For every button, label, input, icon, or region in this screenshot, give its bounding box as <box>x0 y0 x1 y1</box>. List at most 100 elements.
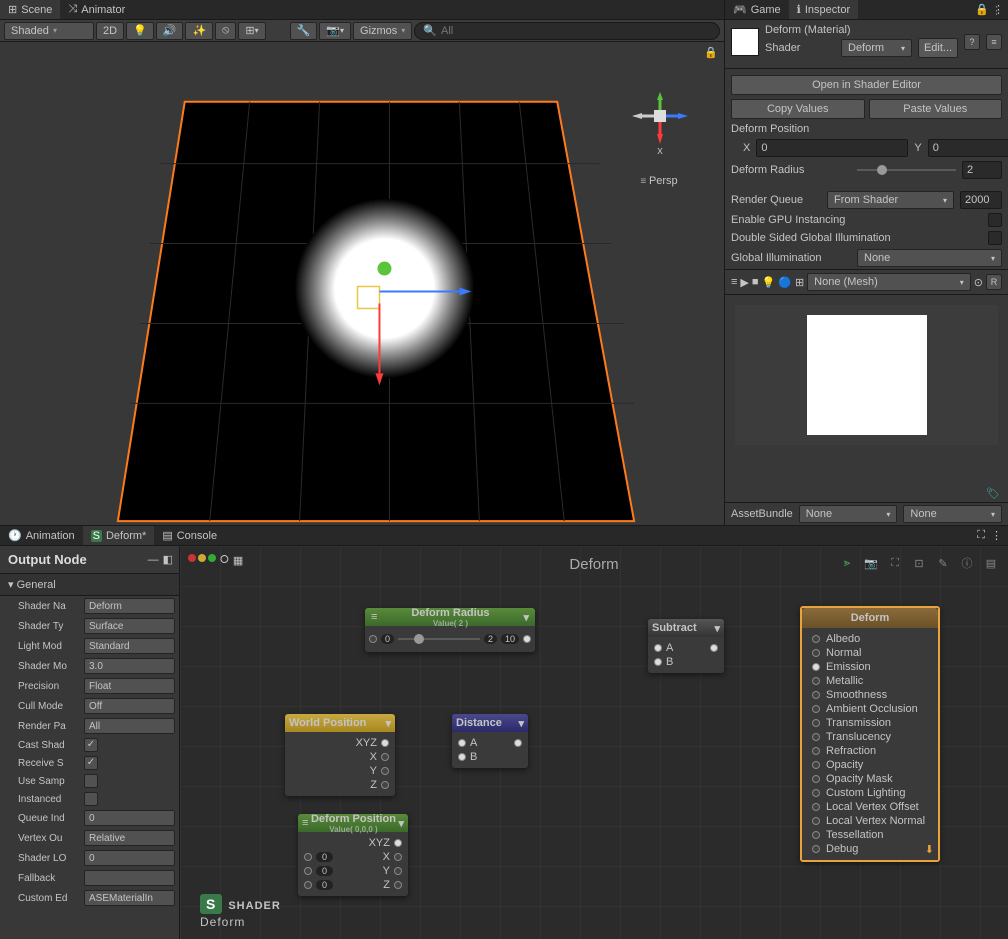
prop-field[interactable]: Float <box>84 678 175 694</box>
material-preview[interactable] <box>735 305 998 445</box>
light-icon[interactable]: 💡 <box>762 276 776 289</box>
prop-checkbox[interactable] <box>84 792 98 806</box>
node-deform-position[interactable]: ≡ Deform Position Value( 0,0,0 ) ▾ XYZ0X… <box>298 814 408 896</box>
scene-view[interactable]: x ≡ Persp 🔒 <box>0 42 724 525</box>
prop-field[interactable]: 0 <box>84 810 175 826</box>
prop-field[interactable]: Deform <box>84 598 175 614</box>
pos-y-field[interactable] <box>928 139 1008 157</box>
focus-icon[interactable]: ⛶ <box>886 554 904 572</box>
deform-radius-slider[interactable] <box>857 161 956 179</box>
preview-mesh-dropdown[interactable]: None (Mesh) <box>807 273 971 291</box>
output-port[interactable] <box>381 753 389 761</box>
hidden-toggle[interactable]: ⦸ <box>215 22 236 40</box>
input-port[interactable] <box>304 881 312 889</box>
circle-icon[interactable]: ⭘ <box>220 554 229 567</box>
chevron-down-icon[interactable]: ▾ <box>714 622 720 635</box>
node-subtract[interactable]: Subtract ▾ A B <box>648 619 724 673</box>
output-port[interactable] <box>394 839 402 847</box>
input-port[interactable] <box>812 845 820 853</box>
r-button[interactable]: R <box>986 274 1002 290</box>
output-port[interactable] <box>381 781 389 789</box>
chevron-down-icon[interactable]: ▾ <box>398 817 404 830</box>
prop-checkbox[interactable] <box>84 774 98 788</box>
tab-deform-shader[interactable]: S Deform* <box>83 526 155 545</box>
play-icon[interactable]: ▶ <box>740 276 748 289</box>
stop-icon[interactable]: ■ <box>752 276 759 288</box>
chevron-down-icon[interactable]: ▾ <box>518 717 524 730</box>
paste-values-button[interactable]: Paste Values <box>869 99 1003 119</box>
2d-toggle[interactable]: 2D <box>96 22 124 40</box>
tab-console[interactable]: ▤ Console <box>154 526 225 545</box>
scene-search[interactable]: 🔍 <box>414 22 720 40</box>
output-port[interactable] <box>394 853 402 861</box>
lock-icon[interactable]: 🔒 <box>975 3 989 16</box>
info-icon[interactable]: ⓘ <box>958 554 976 572</box>
preset-button[interactable]: ≡ <box>986 34 1002 50</box>
input-port[interactable] <box>812 677 820 685</box>
maximize-icon[interactable]: ⛶ <box>977 529 985 542</box>
fit-icon[interactable]: ⊡ <box>910 554 928 572</box>
deform-radius-field[interactable] <box>962 161 1002 179</box>
open-shader-editor-button[interactable]: Open in Shader Editor <box>731 75 1002 95</box>
tab-inspector[interactable]: ℹ Inspector <box>789 0 858 19</box>
input-port[interactable] <box>812 747 820 755</box>
output-port[interactable] <box>394 881 402 889</box>
audio-toggle[interactable]: 🔊 <box>156 22 184 40</box>
input-port[interactable] <box>812 817 820 825</box>
dock-icon[interactable]: ◧ <box>163 553 173 566</box>
chevron-down-icon[interactable]: ▾ <box>385 717 391 730</box>
input-port[interactable] <box>812 663 820 671</box>
input-port[interactable] <box>812 649 820 657</box>
shader-dropdown[interactable]: Deform <box>841 39 912 57</box>
node-distance[interactable]: Distance ▾ A B <box>452 714 528 768</box>
prop-field[interactable]: Off <box>84 698 175 714</box>
port-b[interactable] <box>458 753 466 761</box>
input-port[interactable] <box>812 691 820 699</box>
output-port[interactable] <box>381 767 389 775</box>
output-port[interactable] <box>381 739 389 747</box>
render-queue-field[interactable] <box>960 191 1002 209</box>
shader-graph-canvas[interactable]: Deform ⭘ ▦ ⪢ 📷 ⛶ ⊡ ✎ ⓘ ▤ <box>180 546 1008 939</box>
prop-field[interactable]: 0 <box>84 850 175 866</box>
output-port[interactable] <box>394 867 402 875</box>
tab-game[interactable]: 🎮 Game <box>725 0 789 19</box>
input-port[interactable] <box>812 705 820 713</box>
input-port[interactable] <box>304 867 312 875</box>
input-port[interactable] <box>812 733 820 741</box>
help-button[interactable]: ? <box>964 34 980 50</box>
node-world-position[interactable]: World Position ▾ XYZXYZ <box>285 714 395 796</box>
traffic-icon[interactable] <box>188 554 216 567</box>
menu-icon[interactable]: ≡ <box>302 817 308 829</box>
lighting-toggle[interactable]: 💡 <box>126 22 154 40</box>
node-output[interactable]: Deform ⬇ AlbedoNormalEmissionMetallicSmo… <box>800 606 940 862</box>
pos-x-field[interactable] <box>756 139 908 157</box>
target-icon[interactable]: ⊙ <box>974 276 983 289</box>
output-port[interactable] <box>523 635 531 643</box>
code-icon[interactable]: ▤ <box>982 554 1000 572</box>
prop-field[interactable]: Surface <box>84 618 175 634</box>
gizmos-dropdown[interactable]: Gizmos <box>353 22 412 40</box>
gi-dropdown[interactable]: None <box>857 249 1002 267</box>
input-port[interactable] <box>812 635 820 643</box>
download-icon[interactable]: ⬇ <box>925 843 934 856</box>
port-b[interactable] <box>654 658 662 666</box>
input-port[interactable] <box>369 635 377 643</box>
edit-shader-button[interactable]: Edit... <box>918 38 958 58</box>
chevron-down-icon[interactable]: ▾ <box>523 611 529 624</box>
context-menu-icon[interactable]: ⋮ <box>991 529 1002 542</box>
prop-field[interactable]: All <box>84 718 175 734</box>
wand-icon[interactable]: ✎ <box>934 554 952 572</box>
prop-checkbox[interactable] <box>84 738 98 752</box>
port-a[interactable] <box>458 739 466 747</box>
input-port[interactable] <box>812 761 820 769</box>
prop-field[interactable] <box>84 870 175 886</box>
input-port[interactable] <box>304 853 312 861</box>
tag-icon[interactable]: 🏷 <box>986 488 1000 500</box>
tab-animation[interactable]: 🕐 Animation <box>0 526 83 545</box>
input-port[interactable] <box>812 775 820 783</box>
fx-toggle[interactable]: ✨ <box>185 22 213 40</box>
sphere-icon[interactable]: 🔵 <box>778 276 792 289</box>
prop-field[interactable]: 3.0 <box>84 658 175 674</box>
prop-field[interactable]: Standard <box>84 638 175 654</box>
copy-values-button[interactable]: Copy Values <box>731 99 865 119</box>
